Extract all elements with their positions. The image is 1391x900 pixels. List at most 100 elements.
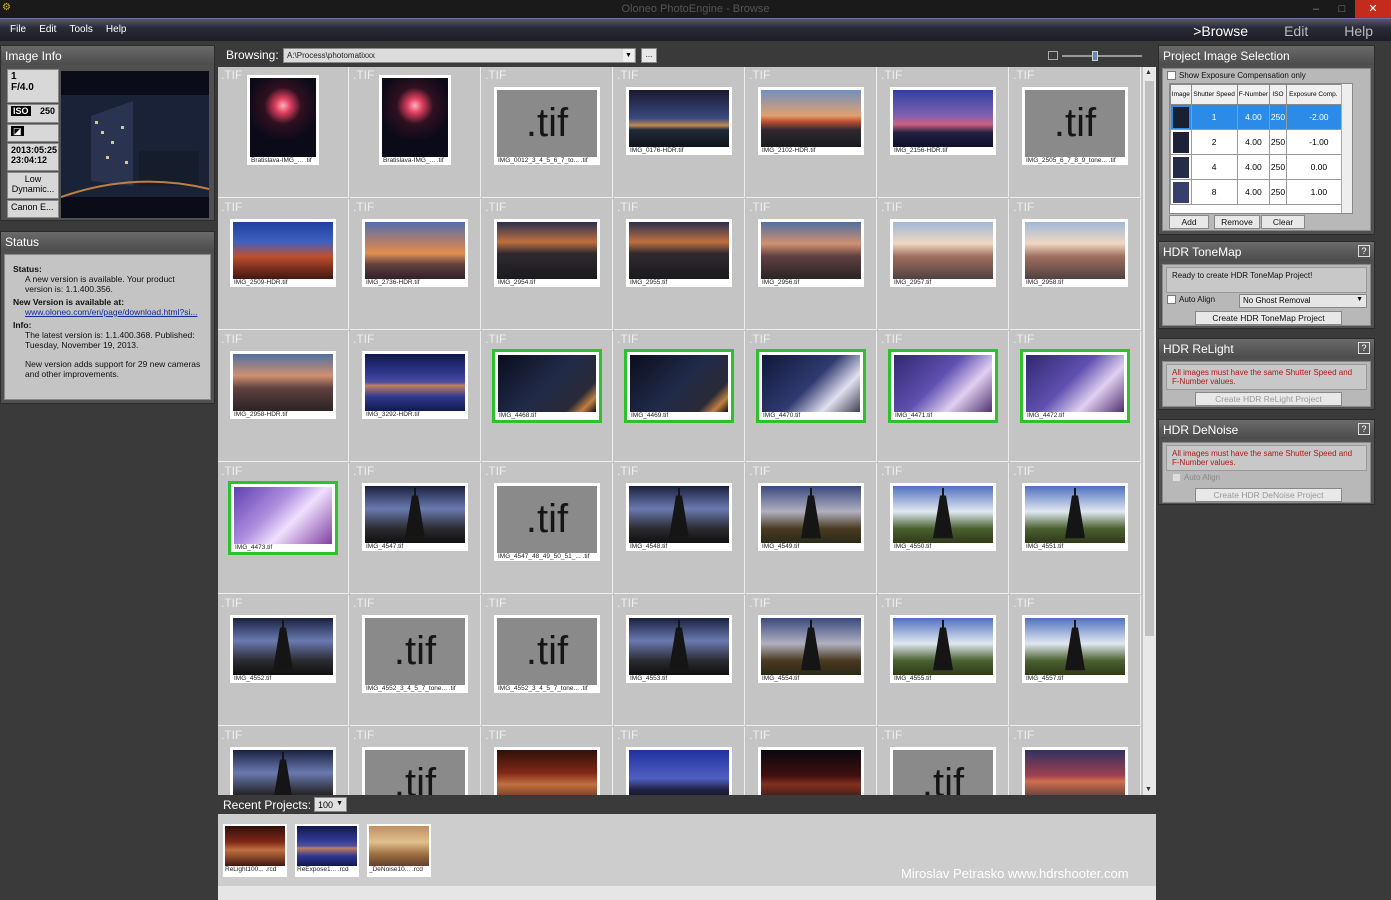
thumbnail-cell[interactable]: .TIF .tif IMG_4552_3_4_5_7_tone... .tif	[350, 595, 481, 726]
thumbnail-cell[interactable]: .TIF IMG_4552.tif	[218, 595, 349, 726]
horizontal-scrollbar[interactable]	[218, 886, 1156, 900]
thumbnail-card[interactable]: IMG_2736-HDR.tif	[362, 219, 468, 287]
clear-button[interactable]: Clear	[1261, 215, 1305, 229]
thumbnail-card[interactable]: IMG_2156-HDR.tif	[890, 87, 996, 155]
menu-file[interactable]: File	[0, 19, 26, 35]
thumbnail-cell[interactable]: .TIF .tif IMG_4547_48_49_50_51_... .tif	[482, 463, 613, 594]
ghost-removal-select[interactable]: No Ghost Removal ▼	[1239, 294, 1367, 308]
menu-help[interactable]: Help	[96, 19, 127, 35]
thumbnail-cell[interactable]: .TIF IMG_2102-HDR.tif	[746, 67, 877, 198]
help-icon[interactable]: ?	[1358, 342, 1370, 354]
thumbnail-card[interactable]	[230, 747, 336, 795]
thumbnail-cell[interactable]: .TIF	[614, 727, 745, 795]
thumbnail-card[interactable]: IMG_4557.tif	[1022, 615, 1128, 683]
recent-project-item[interactable]: ReLight100... .rcd	[223, 824, 287, 877]
thumbnail-card[interactable]: IMG_4549.tif	[758, 483, 864, 551]
thumbnail-card[interactable]: IMG_4554.tif	[758, 615, 864, 683]
thumbnail-cell[interactable]: .TIF IMG_2954.tif	[482, 199, 613, 330]
thumbnail-cell[interactable]: .TIF .tif	[878, 727, 1009, 795]
thumbnail-card[interactable]: IMG_4469.tif	[626, 351, 732, 421]
thumbnail-cell[interactable]: .TIF IMG_4549.tif	[746, 463, 877, 594]
thumbnail-card[interactable]: IMG_4552.tif	[230, 615, 336, 683]
thumbnail-cell[interactable]: .TIF Bratislava-IMG_... .tif	[350, 67, 481, 198]
thumbnail-card[interactable]: IMG_4472.tif	[1022, 351, 1128, 421]
thumbnail-card[interactable]: .tif IMG_4552_3_4_5_7_tone... .tif	[494, 615, 600, 693]
help-icon[interactable]: ?	[1358, 245, 1370, 257]
thumbnail-card[interactable]: IMG_4547.tif	[362, 483, 468, 551]
thumbnail-card[interactable]: IMG_2509-HDR.tif	[230, 219, 336, 287]
thumbnail-size-slider[interactable]	[1062, 55, 1142, 57]
thumbnail-cell[interactable]: .TIF .tif IMG_2505_6_7_8_9_tone... .tif	[1010, 67, 1141, 198]
thumbnail-cell[interactable]: .TIF	[218, 727, 349, 795]
thumbnail-card[interactable]: IMG_2956.tif	[758, 219, 864, 287]
thumbnail-card[interactable]: IMG_2957.tif	[890, 219, 996, 287]
thumbnail-cell[interactable]: .TIF IMG_2955.tif	[614, 199, 745, 330]
thumbnail-card[interactable]: IMG_3292-HDR.tif	[362, 351, 468, 419]
thumbnail-card[interactable]: IMG_2955.tif	[626, 219, 732, 287]
create-tonemap-button[interactable]: Create HDR ToneMap Project	[1195, 311, 1342, 325]
path-dropdown-icon[interactable]: ▼	[623, 49, 634, 62]
thumbnail-card[interactable]: IMG_4470.tif	[758, 351, 864, 421]
thumbnail-cell[interactable]: .TIF	[1010, 727, 1141, 795]
thumbnail-cell[interactable]: .TIF IMG_4469.tif	[614, 331, 745, 462]
table-row[interactable]: 1 4.00 250 -2.00	[1170, 104, 1353, 130]
thumbnail-cell[interactable]: .TIF IMG_4551.tif	[1010, 463, 1141, 594]
thumbnail-card[interactable]: Bratislava-IMG_... .tif	[379, 75, 451, 165]
thumbnail-card[interactable]: IMG_4473.tif	[230, 483, 336, 553]
help-icon[interactable]: ?	[1358, 423, 1370, 435]
recent-project-item[interactable]: _DeNoise10... .rcd	[367, 824, 431, 877]
close-button[interactable]: ✕	[1355, 0, 1391, 18]
thumbnail-cell[interactable]: .TIF IMG_2509-HDR.tif	[218, 199, 349, 330]
scroll-up-icon[interactable]: ▲	[1145, 69, 1152, 76]
thumbnail-cell[interactable]: .TIF .tif IMG_0012_3_4_5_6_7_to... .tif	[482, 67, 613, 198]
thumbnail-card[interactable]	[758, 747, 864, 795]
thumbnail-card[interactable]: IMG_4548.tif	[626, 483, 732, 551]
thumbnail-card[interactable]: IMG_2958.tif	[1022, 219, 1128, 287]
thumbnail-cell[interactable]: .TIF IMG_4555.tif	[878, 595, 1009, 726]
thumbnail-cell[interactable]: .TIF IMG_0176-HDR.tif	[614, 67, 745, 198]
thumbnail-cell[interactable]: .TIF IMG_4550.tif	[878, 463, 1009, 594]
thumbnail-card[interactable]: IMG_4555.tif	[890, 615, 996, 683]
thumbnail-cell[interactable]: .TIF IMG_4471.tif	[878, 331, 1009, 462]
thumbnail-card[interactable]: .tif	[890, 747, 996, 795]
thumbnail-cell[interactable]: .TIF IMG_2736-HDR.tif	[350, 199, 481, 330]
create-relight-button[interactable]: Create HDR ReLight Project	[1195, 392, 1342, 406]
path-combobox[interactable]: A:\Process\photomatixxx	[283, 48, 636, 63]
thumbnail-card[interactable]: IMG_4550.tif	[890, 483, 996, 551]
thumbnail-cell[interactable]: .TIF	[482, 727, 613, 795]
add-button[interactable]: Add	[1169, 215, 1209, 229]
menu-edit[interactable]: Edit	[29, 19, 56, 35]
browse-folder-button[interactable]: ...	[641, 48, 657, 63]
thumbnail-card[interactable]	[1022, 747, 1128, 795]
tab-browse[interactable]: >Browse	[1193, 23, 1248, 39]
denoise-auto-align-checkbox[interactable]: Auto Align	[1172, 473, 1220, 483]
thumbnail-cell[interactable]: .TIF IMG_2958-HDR.tif	[218, 331, 349, 462]
thumbnail-cell[interactable]: .TIF IMG_2958.tif	[1010, 199, 1141, 330]
thumbnail-card[interactable]: IMG_2954.tif	[494, 219, 600, 287]
thumbnail-cell[interactable]: .TIF IMG_4553.tif	[614, 595, 745, 726]
thumbnail-card[interactable]	[626, 747, 732, 795]
thumbnail-card[interactable]: .tif IMG_4552_3_4_5_7_tone... .tif	[362, 615, 468, 693]
create-denoise-button[interactable]: Create HDR DeNoise Project	[1195, 488, 1342, 502]
thumbnail-card[interactable]: IMG_4551.tif	[1022, 483, 1128, 551]
thumbnail-card[interactable]	[494, 747, 600, 795]
table-row[interactable]: 2 4.00 250 -1.00	[1170, 129, 1353, 155]
thumbnail-cell[interactable]: .TIF .tif IMG_4552_3_4_5_7_tone... .tif	[482, 595, 613, 726]
thumbnail-card[interactable]: .tif IMG_2505_6_7_8_9_tone... .tif	[1022, 87, 1128, 165]
maximize-button[interactable]: □	[1329, 0, 1355, 18]
thumbnail-cell[interactable]: .TIF IMG_2956.tif	[746, 199, 877, 330]
thumbnail-card[interactable]: IMG_0176-HDR.tif	[626, 87, 732, 155]
recent-project-item[interactable]: ReExpose1... .rcd	[295, 824, 359, 877]
thumbnail-cell[interactable]: .TIF	[746, 727, 877, 795]
download-link[interactable]: www.oloneo.com/en/page/download.html?si.…	[25, 307, 197, 317]
thumbnail-card[interactable]: .tif	[362, 747, 468, 795]
tab-help[interactable]: Help	[1344, 23, 1373, 39]
tonemap-auto-align-checkbox[interactable]: Auto Align	[1167, 295, 1215, 305]
thumbnail-cell[interactable]: .TIF IMG_4557.tif	[1010, 595, 1141, 726]
table-row[interactable]: 4 4.00 250 0.00	[1170, 154, 1353, 180]
grid-scrollbar[interactable]: ▲ ▼	[1143, 67, 1156, 795]
exposure-comp-only-checkbox[interactable]: Show Exposure Compensation only	[1163, 69, 1370, 82]
thumbnail-cell[interactable]: .TIF IMG_2957.tif	[878, 199, 1009, 330]
thumbnail-card[interactable]: Bratislava-IMG_... .tif	[247, 75, 319, 165]
thumbnail-cell[interactable]: .TIF IMG_4470.tif	[746, 331, 877, 462]
